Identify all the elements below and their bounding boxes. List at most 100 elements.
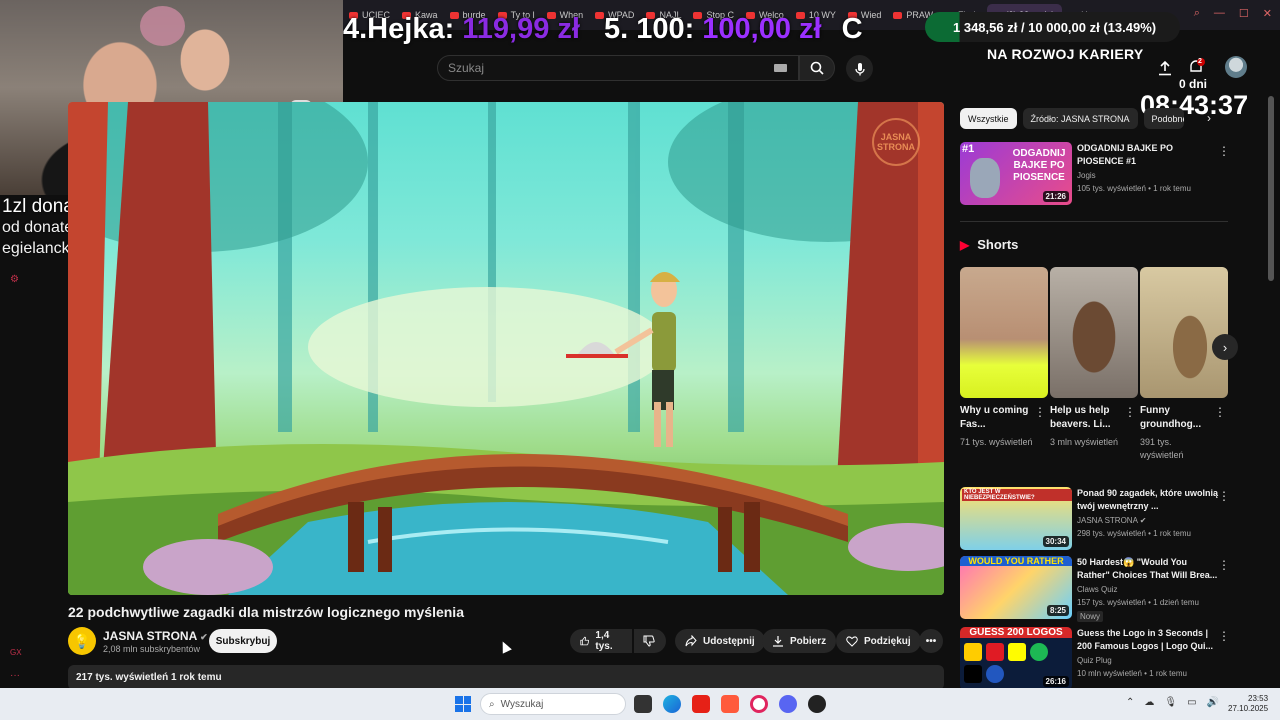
donation-banner: 4.Hejka: 119,99 zł 5. 100: 100,00 zł C [343,11,903,47]
video-meta: 105 tys. wyświetleń • 1 rok temu [1077,184,1191,193]
keyboard-icon[interactable] [774,64,787,72]
recommended-video[interactable]: KTO JEST W NIEBEZPIECZEŃSTWIE? 30:34 Pon… [960,487,1230,550]
video-duration: 8:25 [1046,605,1069,616]
share-icon [685,635,697,647]
windows-logo-pane [463,696,471,704]
more-actions-button[interactable]: ••• [919,629,943,653]
recommended-video[interactable]: WOULD YOU RATHER 8:25 50 Hardest😱 "Would… [960,556,1230,622]
video-channel: Claws Quiz [1077,585,1118,594]
subscribe-button[interactable]: Subskrybuj [209,629,277,653]
sidebar-more-icon[interactable]: ··· [10,670,22,682]
shorts-header: ▶ Shorts [960,237,1018,252]
thumbnail-text: WOULD YOU RATHER [960,556,1072,566]
short-item[interactable]: Help us help beavers. Li... 3 mln wyświe… [1050,267,1138,447]
dislike-button[interactable] [634,629,666,653]
video-frame-illustration [68,102,944,595]
short-item[interactable]: Funny groundhog... 391 tys. wyświetleń ⋮ [1140,267,1228,460]
lightbulb-icon: 💡 [73,632,91,649]
page-scrollbar[interactable] [1268,96,1274,281]
search-tabs-icon[interactable]: ⌕ [1194,7,1200,20]
sidebar-gx-icon[interactable]: GX [10,648,22,660]
minimize-icon[interactable]: — [1214,7,1225,20]
like-button[interactable]: 1,4 tys. [570,629,632,653]
taskbar-clock[interactable]: 23:53 27.10.2025 [1228,694,1268,714]
opera-gx-icon[interactable] [750,695,768,713]
recommended-video[interactable]: #1 ODGADNIJ BAJKE PO PIOSENCE 21:26 ODGA… [960,142,1230,207]
chips-next-icon[interactable]: › [1207,111,1211,125]
thumbnail-rank-badge: #1 [962,143,975,155]
video-duration: 30:34 [1042,536,1069,547]
more-vertical-icon[interactable]: ⋮ [1218,144,1230,158]
mouse-cursor [498,639,512,654]
verified-icon: ✔ [200,632,208,642]
banner-item1-amount: 119,99 zł [462,12,580,45]
video-meta: 298 tys. wyświetleń • 1 rok temu [1077,529,1191,538]
voice-search-button[interactable] [846,55,873,82]
more-vertical-icon[interactable]: ⋮ [1214,405,1226,419]
video-duration: 26:16 [1042,676,1069,687]
banner-item2-amount: 100,00 zł [702,12,822,45]
channel-watermark[interactable]: JASNA STRONA [872,118,920,166]
thanks-heart-icon [846,636,858,647]
microphone-icon[interactable]: 🎙 [1164,697,1177,708]
like-count: 1,4 tys. [595,630,613,652]
more-vertical-icon[interactable]: ⋮ [1218,558,1230,572]
search-button[interactable] [799,55,835,81]
upload-icon[interactable] [1158,60,1172,81]
thumbnail-text: GUESS 200 LOGOS [960,627,1072,638]
short-views: 71 tys. wyświetleń [960,437,1033,447]
chip-similar[interactable]: Podobne [1143,108,1184,129]
shorts-icon: ▶ [960,237,970,252]
start-button[interactable] [455,696,471,712]
volume-icon[interactable]: 🔊 [1207,697,1219,708]
more-vertical-icon[interactable]: ⋮ [1034,405,1046,419]
logo-tile [964,643,982,661]
section-divider [960,221,1228,222]
short-thumbnail [1050,267,1138,398]
cloud-icon[interactable]: ☁ [1144,697,1154,708]
maximize-icon[interactable]: ☐ [1239,7,1249,20]
share-button[interactable]: Udostępnij [675,629,765,653]
video-meta: 10 mln wyświetleń • 1 rok temu [1077,669,1187,678]
chip-all[interactable]: Wszystkie [960,108,1017,129]
video-player[interactable] [68,102,944,595]
short-title: Why u coming Fas... [960,405,1029,430]
video-thumbnail: KTO JEST W NIEBEZPIECZEŃSTWIE? 30:34 [960,487,1072,550]
youtube-app-icon[interactable] [692,695,710,713]
display-icon[interactable]: ▭ [1187,697,1196,708]
channel-name[interactable]: JASNA STRONA ✔ [103,629,208,643]
edge-browser-icon[interactable] [663,695,681,713]
sidebar-settings-icon[interactable]: ⚙ [10,274,22,286]
chevron-up-icon[interactable]: ⌃ [1126,697,1134,708]
notifications-count: 2 [1198,58,1202,65]
thanks-button[interactable]: Podziękuj [836,629,921,653]
new-badge: Nowy [1077,611,1104,622]
taskbar-search-input[interactable]: ⌕ Wyszukaj [480,693,626,715]
channel-avatar[interactable]: 💡 [68,627,96,655]
more-vertical-icon[interactable]: ⋮ [1218,489,1230,503]
close-icon[interactable]: ✕ [1263,7,1272,20]
snipping-tool-icon[interactable] [721,695,739,713]
download-button[interactable]: Pobierz [762,629,837,653]
taskbar-time: 23:53 [1248,694,1269,703]
more-vertical-icon[interactable]: ⋮ [1124,405,1136,419]
discord-icon[interactable] [779,695,797,713]
shorts-label: Shorts [977,237,1019,252]
shorts-next-button[interactable]: › [1212,334,1238,360]
short-thumbnail [1140,267,1228,398]
search-input[interactable]: Szukaj [437,55,799,81]
short-item[interactable]: Why u coming Fas... 71 tys. wyświetleń ⋮ [960,267,1048,447]
account-avatar[interactable] [1225,56,1247,78]
thanks-label: Podziękuj [864,635,911,647]
video-title: ODGADNIJ BAJKE PO PIOSENCE #1 [1077,143,1174,166]
cartoon-cat [970,158,1000,198]
description-box[interactable]: 217 tys. wyświetleń 1 rok temu [68,665,944,690]
chip-source[interactable]: Źródło: JASNA STRONA [1022,108,1138,129]
obs-studio-icon[interactable] [808,695,826,713]
recommended-video[interactable]: GUESS 200 LOGOS 26:16 Guess the Logo in … [960,627,1230,690]
search-icon [810,61,824,75]
more-vertical-icon[interactable]: ⋮ [1218,629,1230,643]
taskbar-date: 27.10.2025 [1228,704,1269,713]
task-view-icon[interactable] [634,695,652,713]
thumbnail-text: KTO JEST W NIEBEZPIECZEŃSTWIE? [962,489,1072,501]
